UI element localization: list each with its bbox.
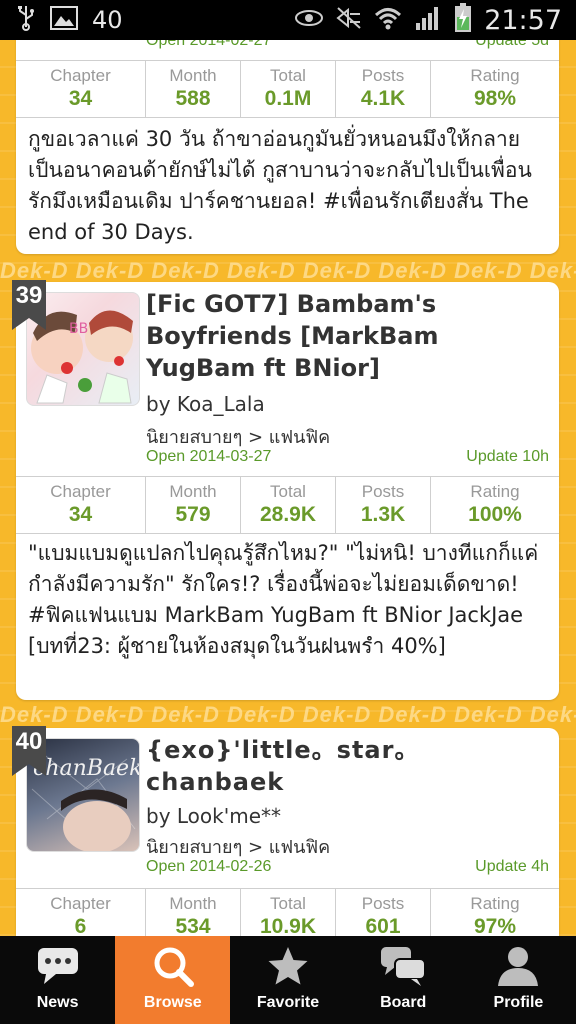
cell-signal-icon bbox=[414, 5, 442, 35]
news-speech-bubble-icon bbox=[34, 944, 82, 988]
board-chat-bubbles-icon bbox=[379, 944, 427, 988]
story-category[interactable]: นิยายสบายๆ > แฟนฟิค bbox=[146, 422, 330, 451]
no-signal-icon bbox=[336, 6, 362, 34]
story-list[interactable]: Dek-D Dek-D Dek-D Dek-D Dek-D Dek-D Dek-… bbox=[0, 40, 576, 936]
nav-browse[interactable]: Browse bbox=[115, 936, 231, 1024]
status-bar: 40 21:57 bbox=[0, 0, 576, 40]
nav-news[interactable]: News bbox=[0, 936, 115, 1024]
nav-favorite[interactable]: Favorite bbox=[230, 936, 345, 1024]
stats-row: Chapter 6 Month 534 Total 10.9K Posts 60… bbox=[16, 888, 559, 936]
battery-charging-icon bbox=[454, 3, 472, 37]
story-card[interactable]: Open 2014-02-27 Update 5d Chapter 34 Mon… bbox=[16, 40, 559, 254]
nav-label: Favorite bbox=[256, 994, 320, 1011]
story-author[interactable]: by Look'me** bbox=[146, 804, 281, 828]
update-time: Update 10h bbox=[466, 448, 549, 465]
svg-text:BB: BB bbox=[69, 321, 88, 337]
nav-profile[interactable]: Profile bbox=[461, 936, 576, 1024]
image-notification-icon bbox=[50, 6, 78, 34]
story-author[interactable]: by Koa_Lala bbox=[146, 392, 265, 416]
rank-badge: 39 bbox=[12, 280, 46, 330]
rank-number: 40 bbox=[15, 728, 43, 755]
nav-label: News bbox=[36, 994, 79, 1011]
stat-posts: Posts 4.1K bbox=[336, 61, 431, 117]
story-card[interactable]: chanBaek {exo}'little。star。chanbaek by L… bbox=[16, 728, 559, 936]
stat-posts: Posts 601 bbox=[336, 889, 431, 936]
usb-icon bbox=[16, 5, 36, 35]
story-card[interactable]: BB [Fic GOT7] Bambam's Boyfriends [MarkB… bbox=[16, 282, 559, 700]
profile-person-icon bbox=[494, 944, 542, 988]
story-description: "แบมแบมดูแปลกไปคุณรู้สึกไหม?" "ไม่หนิ! บ… bbox=[28, 541, 539, 658]
story-category[interactable]: นิยายสบายๆ > แฟนฟิค bbox=[146, 832, 330, 861]
wifi-icon bbox=[374, 6, 402, 34]
clock: 21:57 bbox=[484, 4, 562, 36]
stat-chapter: Chapter 34 bbox=[16, 61, 146, 117]
nav-label: Profile bbox=[493, 994, 544, 1011]
search-icon bbox=[149, 944, 197, 988]
nav-board[interactable]: Board bbox=[346, 936, 461, 1024]
stats-row: Chapter 34 Month 579 Total 28.9K Posts 1… bbox=[16, 476, 559, 534]
update-time: Update 5d bbox=[475, 40, 549, 49]
stat-chapter: Chapter 34 bbox=[16, 477, 146, 533]
star-icon bbox=[264, 944, 312, 988]
rank-number: 39 bbox=[15, 282, 43, 309]
story-title[interactable]: {exo}'little。star。chanbaek bbox=[146, 734, 556, 798]
battery-percent: 40 bbox=[92, 6, 123, 34]
stat-total: Total 28.9K bbox=[241, 477, 336, 533]
stat-month: Month 588 bbox=[146, 61, 241, 117]
open-date: Open 2014-02-27 bbox=[146, 40, 272, 49]
stat-total: Total 10.9K bbox=[241, 889, 336, 936]
eye-icon bbox=[294, 9, 324, 31]
stat-chapter: Chapter 6 bbox=[16, 889, 146, 936]
update-time: Update 4h bbox=[475, 858, 549, 875]
bottom-nav: News Browse Favorite Board Profile bbox=[0, 936, 576, 1024]
story-description: กูขอเวลาแค่ 30 วัน ถ้าขาอ่อนกูมันยั่วหนอ… bbox=[28, 127, 532, 244]
stat-rating: Rating 98% bbox=[470, 66, 520, 110]
stat-month: Month 534 bbox=[146, 889, 241, 936]
nav-label: Browse bbox=[143, 994, 202, 1011]
nav-label: Board bbox=[380, 994, 427, 1011]
story-title[interactable]: [Fic GOT7] Bambam's Boyfriends [MarkBam … bbox=[146, 288, 556, 384]
thumbnail-caption: chanBaek bbox=[33, 756, 139, 781]
open-date: Open 2014-02-26 bbox=[146, 858, 272, 875]
stat-month: Month 579 bbox=[146, 477, 241, 533]
stat-rating: Rating 100% bbox=[468, 482, 522, 526]
stats-row: Chapter 34 Month 588 Total 0.1M Posts 4.… bbox=[16, 60, 559, 118]
open-date: Open 2014-03-27 bbox=[146, 448, 272, 465]
stat-total: Total 0.1M bbox=[241, 61, 336, 117]
stat-rating: Rating 97% bbox=[470, 894, 520, 936]
stat-posts: Posts 1.3K bbox=[336, 477, 431, 533]
rank-badge: 40 bbox=[12, 726, 46, 776]
